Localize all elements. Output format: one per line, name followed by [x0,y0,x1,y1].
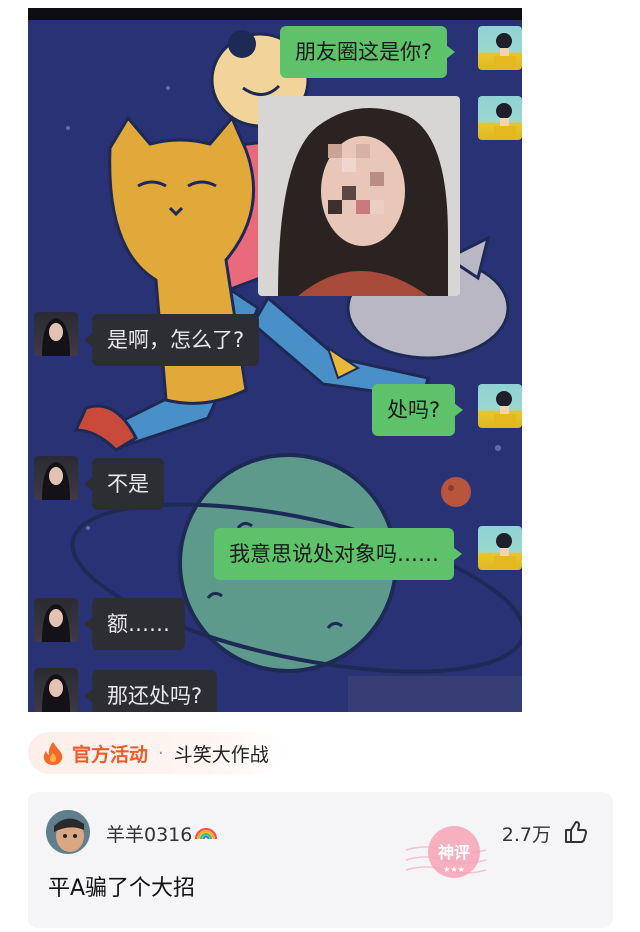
commenter-name-text: 羊羊0316 [106,824,193,846]
top-comment-card[interactable]: 羊羊0316 神评 ★★★ 2.7万 平A骗了个大招 [28,792,613,928]
message-bubble-incoming[interactable]: 不是 [84,458,164,510]
girl-portrait-icon [42,604,70,642]
contact-avatar[interactable] [34,312,78,356]
message-bubble-outgoing[interactable]: 处吗? [372,384,464,436]
contact-avatar[interactable] [34,456,78,500]
girl-portrait-icon [42,674,70,712]
activity-tag[interactable]: 官方活动 · 斗笑大作战 [28,732,285,774]
commenter-avatar[interactable] [46,810,90,854]
thumbs-up-icon[interactable] [563,819,589,845]
my-avatar[interactable] [478,26,522,70]
message-bubble-incoming[interactable]: 是啊，怎么了? [83,314,260,366]
cartoon-boy-icon [494,533,516,570]
girl-portrait-icon [42,318,70,356]
chat-screenshot: 朋友圈这是你? 是啊，怎么了? 处吗? 不是 我意思说处对象吗…… 额…… 那还… [28,8,522,712]
activity-label: 官方活动 [72,743,149,766]
cartoon-face-icon [46,810,90,854]
activity-name: 斗笑大作战 [173,743,269,766]
commenter-name[interactable]: 羊羊0316 [106,820,218,847]
cartoon-boy-icon [494,391,516,428]
girl-portrait-icon [42,462,70,500]
message-bubble-incoming[interactable]: 额…… [84,598,185,650]
top-comment-stamp: 神评 ★★★ [406,826,487,878]
cartoon-boy-icon [494,33,516,70]
message-bubble-outgoing[interactable]: 我意思说处对象吗…… [214,528,462,580]
comment-text: 平A骗了个大招 [48,876,196,901]
fire-icon [43,742,63,765]
contact-avatar[interactable] [34,598,78,642]
my-avatar[interactable] [478,384,522,428]
my-avatar[interactable] [478,526,522,570]
my-avatar[interactable] [478,96,522,140]
selfie-photo [258,96,460,296]
contact-avatar[interactable] [34,668,78,712]
cartoon-boy-icon [494,103,516,140]
stamp-text: 神评 [438,843,470,862]
separator-dot: · [158,742,164,764]
photo-message[interactable] [258,96,460,296]
rainbow-icon [195,827,218,840]
message-bubble-outgoing[interactable]: 朋友圈这是你? [280,26,456,78]
svg-text:★★★: ★★★ [443,865,465,874]
message-bubble-incoming[interactable]: 那还处吗? [83,670,218,712]
like-count: 2.7万 [501,824,551,846]
